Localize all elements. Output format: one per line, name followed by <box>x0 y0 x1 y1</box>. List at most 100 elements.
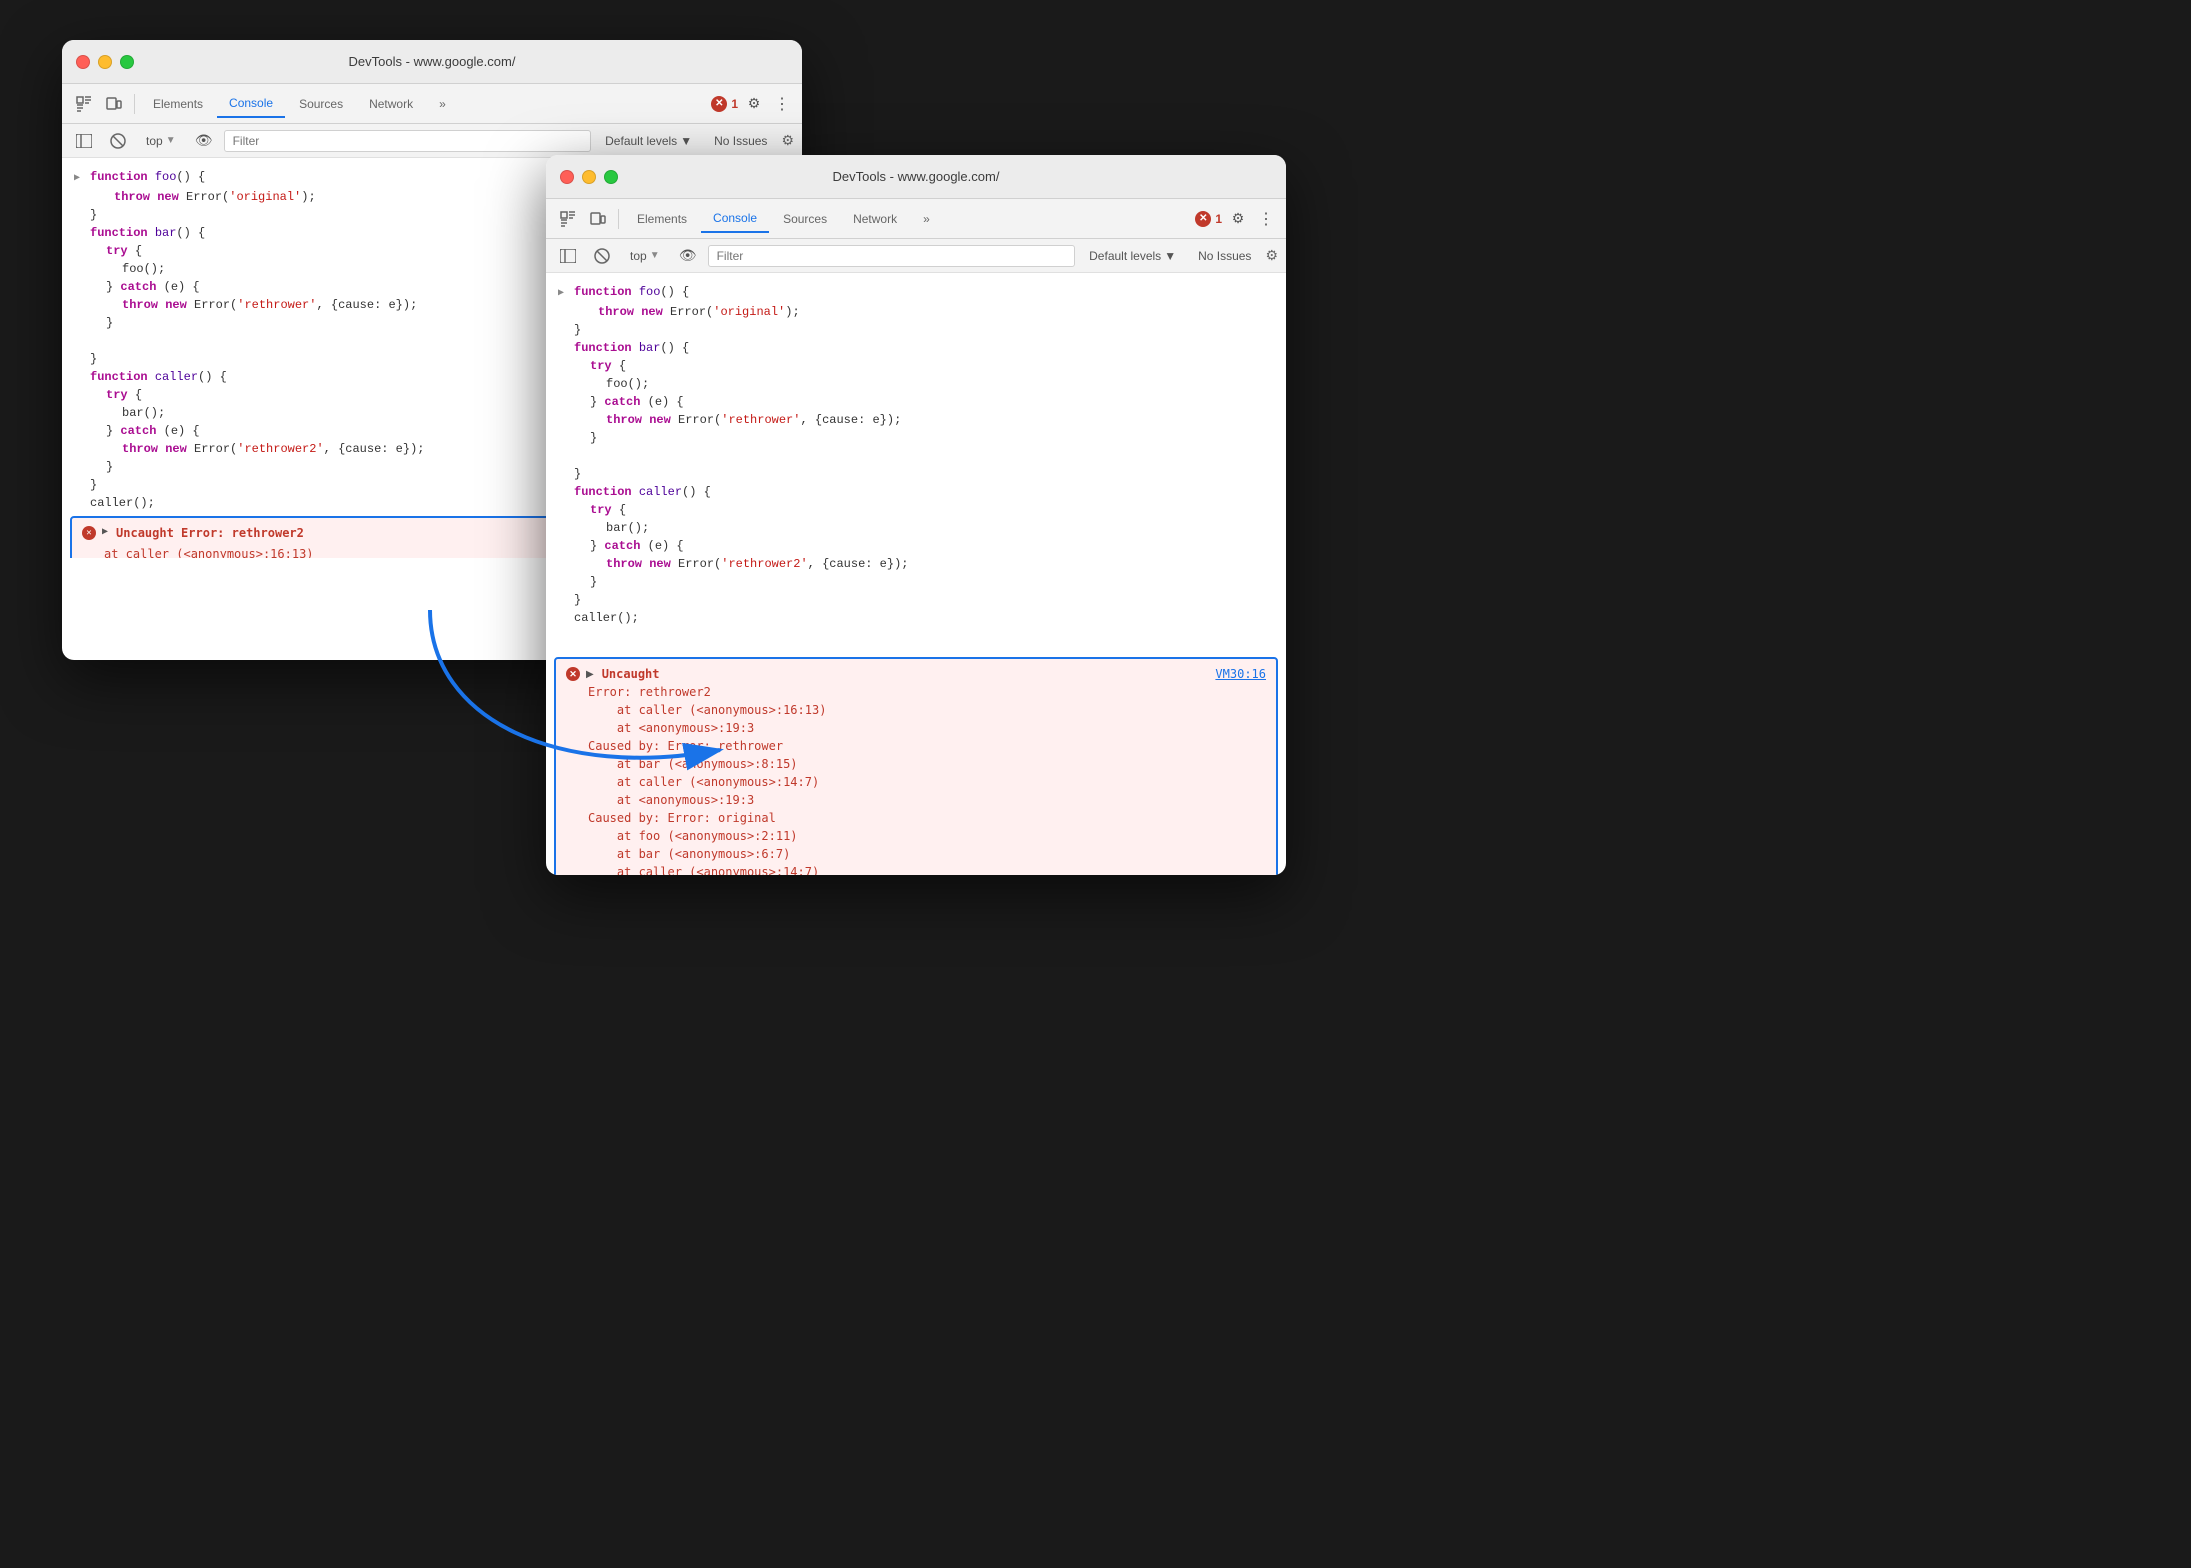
inspect-icon-front[interactable] <box>554 205 582 233</box>
code-line-5-front: try { <box>546 357 1286 375</box>
error-body-line-8: Caused by: Error: original <box>588 809 1266 827</box>
code-line-7-front: } catch (e) { <box>546 393 1286 411</box>
top-selector-back[interactable]: top ▼ <box>138 132 184 150</box>
default-levels-arrow-back: ▼ <box>680 134 692 148</box>
settings-icon-front[interactable]: ⚙ <box>1224 205 1252 233</box>
error-badge-back: ✕ 1 <box>711 96 738 112</box>
top-arrow-back: ▼ <box>166 135 176 146</box>
code-line-15-front: } catch (e) { <box>546 537 1286 555</box>
tab-more-back[interactable]: » <box>427 91 458 117</box>
top-label-front: top <box>630 249 647 263</box>
tab-sources-front[interactable]: Sources <box>771 206 839 232</box>
titlebar-back: DevTools - www.google.com/ <box>62 40 802 84</box>
code-line-12-front: function caller() { <box>546 483 1286 501</box>
code-line-8-front: throw new Error('rethrower', {cause: e})… <box>546 411 1286 429</box>
sidebar-icon-front[interactable] <box>554 242 582 270</box>
tab-network-back[interactable]: Network <box>357 91 425 117</box>
filter-input-back[interactable] <box>224 130 592 152</box>
eye-icon-back[interactable]: 👁 <box>190 127 218 155</box>
error-body-front: Error: rethrower2 at caller (<anonymous>… <box>566 683 1266 875</box>
ban-icon-front[interactable] <box>588 242 616 270</box>
window-title-front: DevTools - www.google.com/ <box>833 169 1000 184</box>
device-icon-back[interactable] <box>100 90 128 118</box>
devtools-window-front: DevTools - www.google.com/ Elements Cons… <box>546 155 1286 875</box>
close-button-front[interactable] <box>560 170 574 184</box>
code-line-17-front: } <box>546 573 1286 591</box>
console-toolbar-back: top ▼ 👁 Default levels ▼ No Issues ⚙ <box>62 124 802 158</box>
code-area-front: ▶ function foo() { throw new Error('orig… <box>546 273 1286 653</box>
error-body-line-10: at bar (<anonymous>:6:7) <box>588 845 1266 863</box>
error-badge-front: ✕ 1 <box>1195 211 1222 227</box>
more-icon-front[interactable]: ⋮ <box>1254 207 1278 231</box>
ban-icon-back[interactable] <box>104 127 132 155</box>
tab-elements-back[interactable]: Elements <box>141 91 215 117</box>
code-line-13-front: try { <box>546 501 1286 519</box>
toolbar-separator-front <box>618 209 619 229</box>
top-arrow-front: ▼ <box>650 250 660 261</box>
code-line-6-front: foo(); <box>546 375 1286 393</box>
code-line-2-front: throw new Error('original'); <box>546 303 1286 321</box>
no-issues-back[interactable]: No Issues <box>706 132 775 150</box>
more-icon-back[interactable]: ⋮ <box>770 92 794 116</box>
close-button-back[interactable] <box>76 55 90 69</box>
console-gear-icon-front[interactable]: ⚙ <box>1265 247 1278 264</box>
expand-icon-1-back[interactable]: ▶ <box>74 170 90 188</box>
error-body-line-4: Caused by: Error: rethrower <box>588 737 1266 755</box>
code-line-16-front: throw new Error('rethrower2', {cause: e}… <box>546 555 1286 573</box>
error-icon-back: ✕ <box>711 96 727 112</box>
sidebar-icon-back[interactable] <box>70 127 98 155</box>
default-levels-label-back: Default levels <box>605 134 677 148</box>
error-body-line-6: at caller (<anonymous>:14:7) <box>588 773 1266 791</box>
settings-icon-back[interactable]: ⚙ <box>740 90 768 118</box>
minimize-button-front[interactable] <box>582 170 596 184</box>
inspect-icon-back[interactable] <box>70 90 98 118</box>
error-body-line-9: at foo (<anonymous>:2:11) <box>588 827 1266 845</box>
no-issues-front[interactable]: No Issues <box>1190 247 1259 265</box>
tab-network-front[interactable]: Network <box>841 206 909 232</box>
device-icon-front[interactable] <box>584 205 612 233</box>
top-selector-front[interactable]: top ▼ <box>622 247 668 265</box>
error-row-front: ✕ ▶ Uncaught VM30:16 Error: rethrower2 a… <box>554 657 1278 875</box>
default-levels-arrow-front: ▼ <box>1164 249 1176 263</box>
error-icon-front: ✕ <box>1195 211 1211 227</box>
error-title-back: Uncaught Error: rethrower2 <box>116 524 304 542</box>
tab-sources-back[interactable]: Sources <box>287 91 355 117</box>
eye-icon-front[interactable]: 👁 <box>674 242 702 270</box>
error-count-front: 1 <box>1215 212 1222 226</box>
top-label-back: top <box>146 134 163 148</box>
error-count-back: 1 <box>731 97 738 111</box>
minimize-button-back[interactable] <box>98 55 112 69</box>
error-expand-icon-back[interactable]: ▶ <box>102 524 108 542</box>
traffic-lights-back <box>76 55 134 69</box>
code-line-14-front: bar(); <box>546 519 1286 537</box>
maximize-button-front[interactable] <box>604 170 618 184</box>
filter-input-front[interactable] <box>708 245 1076 267</box>
toolbar-separator-1 <box>134 94 135 114</box>
default-levels-front[interactable]: Default levels ▼ <box>1081 247 1184 265</box>
titlebar-front: DevTools - www.google.com/ <box>546 155 1286 199</box>
error-expand-icon-front[interactable]: ▶ <box>586 669 594 680</box>
code-line-11-front: } <box>546 465 1286 483</box>
error-red-icon-front: ✕ <box>566 667 580 681</box>
tab-console-back[interactable]: Console <box>217 90 285 118</box>
error-body-line-5: at bar (<anonymous>:8:15) <box>588 755 1266 773</box>
default-levels-label-front: Default levels <box>1089 249 1161 263</box>
code-line-1-front: ▶ function foo() { <box>546 283 1286 303</box>
tab-more-front[interactable]: » <box>911 206 942 232</box>
error-body-line-11: at caller (<anonymous>:14:7) <box>588 863 1266 875</box>
expand-icon-1-front[interactable]: ▶ <box>558 285 574 303</box>
code-line-18-front: } <box>546 591 1286 609</box>
tab-console-front[interactable]: Console <box>701 205 769 233</box>
console-toolbar-front: top ▼ 👁 Default levels ▼ No Issues ⚙ <box>546 239 1286 273</box>
tab-elements-front[interactable]: Elements <box>625 206 699 232</box>
error-uncaught-label-front: Uncaught <box>602 667 660 681</box>
error-body-line-2: at caller (<anonymous>:16:13) <box>588 701 1266 719</box>
traffic-lights-front <box>560 170 618 184</box>
no-issues-label-back: No Issues <box>714 134 767 148</box>
vm-link-front[interactable]: VM30:16 <box>1215 667 1266 681</box>
console-gear-icon-back[interactable]: ⚙ <box>781 132 794 149</box>
default-levels-back[interactable]: Default levels ▼ <box>597 132 700 150</box>
window-title-back: DevTools - www.google.com/ <box>349 54 516 69</box>
maximize-button-back[interactable] <box>120 55 134 69</box>
error-header-left-front: ✕ ▶ Uncaught <box>566 667 660 681</box>
